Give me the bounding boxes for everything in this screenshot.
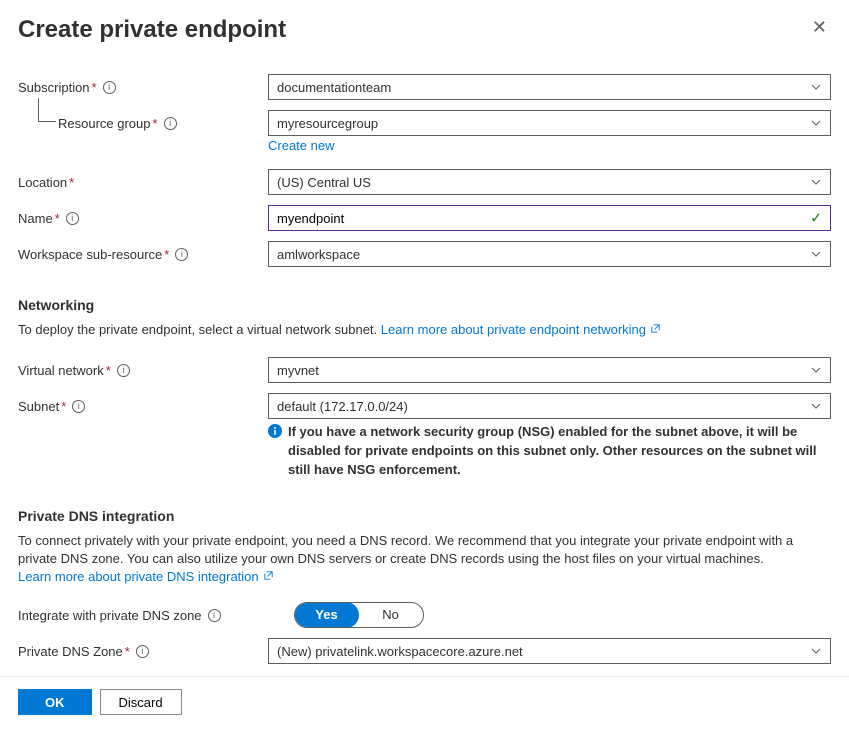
info-icon[interactable]: i <box>103 81 116 94</box>
external-link-icon <box>650 321 661 339</box>
location-select[interactable]: (US) Central US <box>268 169 831 195</box>
chevron-down-icon <box>810 364 822 376</box>
info-icon[interactable]: i <box>66 212 79 225</box>
info-icon[interactable]: i <box>175 248 188 261</box>
required-icon: * <box>164 247 169 262</box>
subscription-select[interactable]: documentationteam <box>268 74 831 100</box>
info-icon[interactable]: i <box>117 364 130 377</box>
networking-learn-more-link[interactable]: Learn more about private endpoint networ… <box>381 322 661 337</box>
close-icon[interactable]: ✕ <box>808 16 831 38</box>
dns-learn-more-link[interactable]: Learn more about private DNS integration <box>18 569 274 584</box>
external-link-icon <box>263 568 274 586</box>
checkmark-icon: ✓ <box>810 210 822 227</box>
required-icon: * <box>55 211 60 226</box>
page-title: Create private endpoint <box>18 16 286 44</box>
vnet-value: myvnet <box>277 363 319 378</box>
tree-line-icon <box>38 98 56 122</box>
resource-group-value: myresourcegroup <box>277 116 378 131</box>
vnet-label: Virtual network <box>18 363 104 378</box>
dns-zone-value: (New) privatelink.workspacecore.azure.ne… <box>277 644 523 659</box>
discard-button[interactable]: Discard <box>100 689 182 715</box>
networking-desc: To deploy the private endpoint, select a… <box>18 322 381 337</box>
name-label: Name <box>18 211 53 226</box>
chevron-down-icon <box>810 176 822 188</box>
integrate-label: Integrate with private DNS zone <box>18 608 202 623</box>
subnet-select[interactable]: default (172.17.0.0/24) <box>268 393 831 419</box>
subnet-value: default (172.17.0.0/24) <box>277 399 408 414</box>
info-icon[interactable]: i <box>208 609 221 622</box>
required-icon: * <box>92 80 97 95</box>
required-icon: * <box>106 363 111 378</box>
required-icon: * <box>153 116 158 131</box>
subresource-value: amlworkspace <box>277 247 360 262</box>
vnet-select[interactable]: myvnet <box>268 357 831 383</box>
ok-button[interactable]: OK <box>18 689 92 715</box>
networking-title: Networking <box>18 297 831 313</box>
location-value: (US) Central US <box>277 175 371 190</box>
info-icon[interactable]: i <box>136 645 149 658</box>
toggle-yes[interactable]: Yes <box>294 602 359 628</box>
nsg-info-text: If you have a network security group (NS… <box>288 423 827 480</box>
info-icon[interactable]: i <box>164 117 177 130</box>
subscription-label: Subscription <box>18 80 90 95</box>
dns-title: Private DNS integration <box>18 508 831 524</box>
location-label: Location <box>18 175 67 190</box>
required-icon: * <box>69 175 74 190</box>
chevron-down-icon <box>810 117 822 129</box>
required-icon: * <box>125 644 130 659</box>
toggle-no[interactable]: No <box>358 603 423 627</box>
name-input-wrapper[interactable]: ✓ <box>268 205 831 231</box>
subnet-label: Subnet <box>18 399 59 414</box>
resource-group-select[interactable]: myresourcegroup <box>268 110 831 136</box>
chevron-down-icon <box>810 400 822 412</box>
name-input[interactable] <box>277 211 822 226</box>
create-new-link[interactable]: Create new <box>268 138 334 153</box>
required-icon: * <box>61 399 66 414</box>
subresource-label: Workspace sub-resource <box>18 247 162 262</box>
resource-group-label: Resource group <box>58 116 151 131</box>
dns-desc: To connect privately with your private e… <box>18 533 793 566</box>
subresource-select[interactable]: amlworkspace <box>268 241 831 267</box>
subscription-value: documentationteam <box>277 80 391 95</box>
chevron-down-icon <box>810 81 822 93</box>
info-icon[interactable]: i <box>72 400 85 413</box>
dns-zone-label: Private DNS Zone <box>18 644 123 659</box>
dns-zone-select[interactable]: (New) privatelink.workspacecore.azure.ne… <box>268 638 831 664</box>
chevron-down-icon <box>810 248 822 260</box>
integrate-toggle[interactable]: Yes No <box>294 602 424 628</box>
chevron-down-icon <box>810 645 822 657</box>
info-filled-icon <box>268 424 282 480</box>
